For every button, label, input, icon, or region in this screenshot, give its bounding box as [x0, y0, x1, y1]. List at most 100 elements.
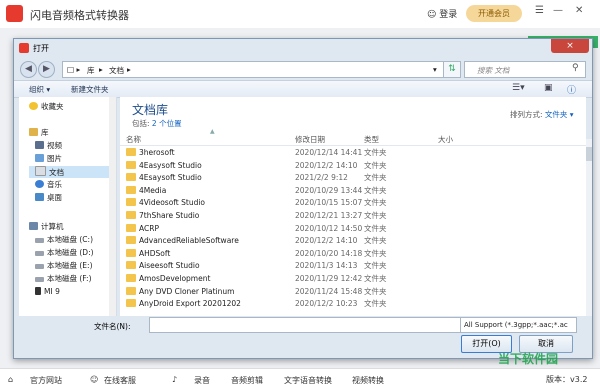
file-name-input[interactable]: [149, 317, 472, 333]
service-icon: ☺: [90, 375, 99, 384]
column-date[interactable]: 修改日期: [295, 134, 325, 145]
table-row[interactable]: 4Easysoft Studio 2020/12/2 14:10 文件夹: [120, 160, 578, 173]
folder-icon: [126, 248, 136, 257]
table-row[interactable]: 4Media 2020/10/29 13:44 文件夹: [120, 185, 578, 198]
preview-pane-icon[interactable]: ▣: [544, 83, 553, 93]
modified-date: 2020/11/3 14:13: [295, 261, 358, 271]
table-row[interactable]: 4Videosoft Studio 2020/10/15 15:07 文件夹: [120, 197, 578, 210]
search-input[interactable]: 搜索 文档 ⚲: [464, 61, 586, 78]
file-name: AnyDroid Export 20201202: [139, 299, 241, 309]
back-icon[interactable]: ◀: [20, 61, 37, 78]
modified-date: 2020/10/12 14:50: [295, 223, 363, 233]
table-row[interactable]: ACRP 2020/10/12 14:50 文件夹: [120, 223, 578, 236]
file-name: 4Videosoft Studio: [139, 198, 206, 208]
computer-icon: [29, 222, 38, 230]
table-row[interactable]: Aiseesoft Studio 2020/11/3 14:13 文件夹: [120, 260, 578, 273]
file-list-scrollbar[interactable]: [586, 139, 592, 316]
nav-label: 视频: [47, 141, 62, 150]
refresh-icon[interactable]: ⇅: [443, 61, 461, 78]
folder-small-icon: □ ▸: [67, 65, 81, 74]
bottom-item-audio-cut[interactable]: 音频剪辑: [231, 375, 263, 386]
locations-link[interactable]: 2 个位置: [152, 119, 182, 128]
table-row[interactable]: 4Esaysoft Studio 2021/2/2 9:12 文件夹: [120, 172, 578, 185]
close-icon[interactable]: ✕: [575, 5, 583, 16]
bottom-item-service[interactable]: 在线客服: [104, 375, 136, 386]
breadcrumb-documents[interactable]: 文档: [109, 65, 124, 76]
table-row[interactable]: AHDSoft 2020/10/20 14:18 文件夹: [120, 248, 578, 261]
folder-icon: [126, 198, 136, 207]
item-type: 文件夹: [364, 261, 387, 271]
table-row[interactable]: AnyDroid Export 20201202 2020/12/2 10:23 文…: [120, 298, 578, 311]
nav-label: 本地磁盘 (D:): [47, 248, 94, 257]
library-title: 文档库: [132, 103, 169, 117]
organize-button[interactable]: 组织 ▾: [29, 84, 50, 95]
file-name-cell: AnyDroid Export 20201202: [126, 298, 241, 311]
table-row[interactable]: AmosDevelopment 2020/11/29 12:42 文件夹: [120, 273, 578, 286]
search-icon[interactable]: ⚲: [572, 63, 579, 73]
scrollbar-thumb[interactable]: [586, 147, 592, 161]
bottom-item-website[interactable]: 官方网站: [30, 375, 62, 386]
nav-item-favorites[interactable]: 收藏夹: [29, 101, 121, 113]
nav-label: 计算机: [41, 222, 64, 231]
view-options-icon[interactable]: ☰▾: [512, 83, 525, 93]
column-size[interactable]: 大小: [438, 134, 453, 145]
address-bar[interactable]: □ ▸ 库 ▸ 文档 ▸ ▾: [62, 61, 445, 78]
folder-icon: [126, 286, 136, 295]
file-name: 3herosoft: [139, 148, 175, 157]
minimize-icon[interactable]: —: [553, 5, 563, 16]
nav-label: 本地磁盘 (C:): [47, 235, 93, 244]
item-type: 文件夹: [364, 148, 387, 157]
forward-icon[interactable]: ▶: [38, 61, 55, 78]
bottom-bar: ⌂ 官方网站 ☺ 在线客服 ♪ 录音 音频剪辑 文字语音转换 视频转换 版本：v…: [0, 368, 600, 391]
table-row[interactable]: 3herosoft 2020/12/14 14:41 文件夹: [120, 147, 578, 160]
table-row[interactable]: AdvancedReliableSoftware 2020/12/2 14:10 文…: [120, 235, 578, 248]
address-dropdown-icon[interactable]: ▾: [433, 65, 437, 74]
breadcrumb-separator: ▸: [127, 65, 131, 74]
new-folder-button[interactable]: 新建文件夹: [71, 84, 109, 95]
file-name: ACRP: [139, 223, 159, 233]
column-name[interactable]: 名称: [126, 134, 141, 145]
file-name: 4Easysoft Studio: [139, 160, 202, 170]
dialog-app-icon: [19, 43, 29, 53]
menu-icon[interactable]: ☰: [535, 5, 544, 16]
disk-icon: [35, 264, 44, 269]
breadcrumb-library[interactable]: 库: [87, 65, 95, 76]
bottom-item-video-convert[interactable]: 视频转换: [352, 375, 384, 386]
arrange-dropdown[interactable]: 文件夹 ▾: [545, 110, 574, 119]
nav-item-library[interactable]: 库: [29, 127, 121, 139]
column-type[interactable]: 类型: [364, 134, 379, 145]
nav-label: 收藏夹: [41, 102, 64, 111]
dialog-close-button[interactable]: ×: [551, 39, 589, 53]
modified-date: 2021/2/2 9:12: [295, 173, 348, 183]
item-type: 文件夹: [364, 173, 387, 183]
nav-item-documents[interactable]: 文档: [29, 166, 115, 178]
bottom-item-tts[interactable]: 文字语音转换: [284, 375, 332, 386]
file-name-cell: 3herosoft: [126, 147, 175, 160]
vip-button[interactable]: 开通会员: [466, 5, 522, 22]
nav-item-computer[interactable]: 计算机: [29, 221, 121, 233]
disk-icon: [35, 277, 44, 282]
modified-date: 2020/10/20 14:18: [295, 248, 363, 258]
file-type-select[interactable]: All Support (*.3gpp;*.aac;*.ac: [460, 317, 577, 333]
file-name-cell: Aiseesoft Studio: [126, 260, 200, 273]
modified-date: 2020/10/15 15:07: [295, 198, 363, 208]
folder-icon: [126, 211, 136, 219]
file-name: 4Esaysoft Studio: [139, 173, 202, 183]
sort-arrow-icon: ▲: [210, 128, 215, 135]
help-icon[interactable]: ⓘ: [567, 83, 576, 96]
nav-scrollbar[interactable]: [109, 97, 116, 316]
item-type: 文件夹: [364, 223, 387, 233]
music-icon: [35, 180, 44, 188]
nav-label: 图片: [47, 154, 62, 163]
login-button[interactable]: ☺ 登录: [427, 7, 457, 20]
modified-date: 2020/12/14 14:41: [295, 148, 363, 157]
star-icon: [29, 102, 38, 110]
bottom-item-record[interactable]: 录音: [194, 375, 210, 386]
dialog-toolbar: 组织 ▾ 新建文件夹 ☰▾ ▣ ⓘ: [14, 80, 592, 98]
phone-icon: [35, 287, 41, 295]
disk-icon: [35, 238, 44, 243]
nav-label: 桌面: [47, 193, 62, 202]
table-row[interactable]: Any DVD Cloner Platinum 2020/11/24 15:48 文…: [120, 286, 578, 299]
table-row[interactable]: 7thShare Studio 2020/12/21 13:27 文件夹: [120, 210, 578, 223]
folder-icon: [126, 274, 136, 282]
